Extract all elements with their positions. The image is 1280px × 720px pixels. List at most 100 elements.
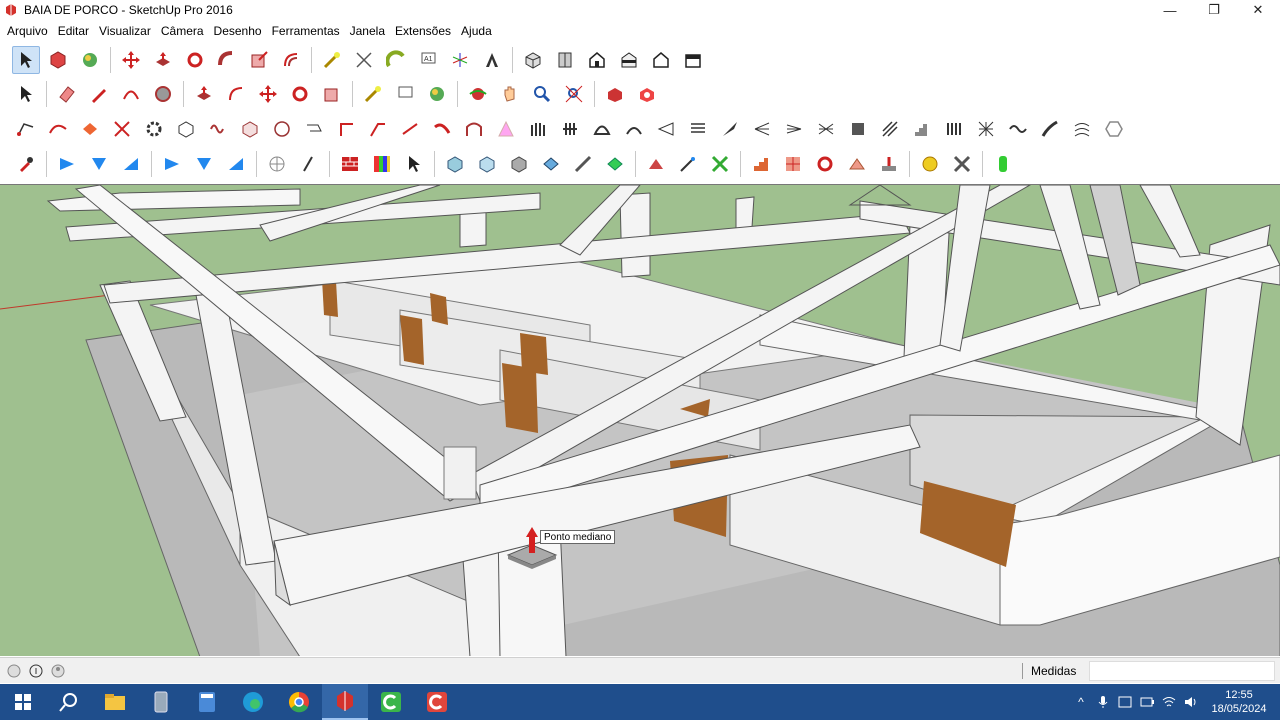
section-1-button[interactable] [53,150,81,178]
ext-tool-19-button[interactable] [588,115,616,143]
ext-tool-18-button[interactable] [556,115,584,143]
shape-tool-button[interactable] [149,80,177,108]
menu-visualizar[interactable]: Visualizar [94,24,156,38]
ext-tool-11-button[interactable] [332,115,360,143]
iso-view-button[interactable] [519,46,547,74]
rotate-button-2[interactable] [286,80,314,108]
camtasia-button[interactable] [414,684,460,720]
close-button[interactable]: ✕ [1236,0,1280,20]
ext-tool-3-button[interactable] [76,115,104,143]
follow-me-button[interactable] [213,46,241,74]
tape-measure-button-2[interactable] [359,80,387,108]
ext-tool-28-button[interactable] [876,115,904,143]
ext-tool-4-button[interactable] [108,115,136,143]
paint-bucket-button-2[interactable] [423,80,451,108]
front-view-button[interactable] [583,46,611,74]
file-explorer-button[interactable] [92,684,138,720]
menu-desenho[interactable]: Desenho [209,24,267,38]
ext-tool-7-button[interactable] [204,115,232,143]
ext-tool-35-button[interactable] [1100,115,1128,143]
camtasia-tray-icon[interactable] [1114,684,1136,720]
style-3-button[interactable] [505,150,533,178]
back-view-button[interactable] [647,46,675,74]
section-5-button[interactable] [190,150,218,178]
push-pull-button-2[interactable] [190,80,218,108]
tools-button[interactable] [948,150,976,178]
ext-tool-22-button[interactable] [684,115,712,143]
protractor-button[interactable] [382,46,410,74]
text-button[interactable]: A1 [414,46,442,74]
select-plus-button[interactable] [400,150,428,178]
top-view-button[interactable] [551,46,579,74]
zoom-extents-button[interactable] [560,80,588,108]
ext-tool-23-button[interactable] [716,115,744,143]
ext-tool-1-button[interactable] [12,115,40,143]
ext-tool-5-button[interactable] [140,115,168,143]
ext-tool-25-button[interactable] [780,115,808,143]
ext-tool-12-button[interactable] [364,115,392,143]
taskbar-clock[interactable]: 12:55 18/05/2024 [1206,688,1272,716]
move-button-2[interactable] [254,80,282,108]
geo-location-button[interactable] [916,150,944,178]
move-button[interactable] [117,46,145,74]
ext-tool-17-button[interactable] [524,115,552,143]
sketchup-taskbar-button[interactable] [322,684,368,720]
ext-tool-27-button[interactable] [844,115,872,143]
geo-status-icon[interactable] [6,663,22,679]
ext-tool-31-button[interactable] [972,115,1000,143]
section-2-button[interactable] [85,150,113,178]
ext-e-button[interactable] [779,150,807,178]
text-button-2[interactable] [391,80,419,108]
menu-ajuda[interactable]: Ajuda [456,24,497,38]
figure-button[interactable] [989,150,1017,178]
battery-icon[interactable] [1136,684,1158,720]
right-view-button[interactable] [615,46,643,74]
select-tool-button-2[interactable] [12,80,40,108]
wifi-icon[interactable] [1158,684,1180,720]
measurements-input[interactable] [1089,661,1275,681]
axes-button[interactable] [446,46,474,74]
menu-janela[interactable]: Janela [345,24,390,38]
brick-tool-button[interactable] [336,150,364,178]
credits-info-icon[interactable] [28,663,44,679]
ext-tool-33-button[interactable] [1036,115,1064,143]
ext-c-button[interactable] [706,150,734,178]
camtasia-recorder-button[interactable] [368,684,414,720]
zoom-button[interactable] [528,80,556,108]
warehouse-button[interactable] [601,80,629,108]
menu-arquivo[interactable]: Arquivo [2,24,53,38]
ext-tool-20-button[interactable] [620,115,648,143]
ext-tool-34-button[interactable] [1068,115,1096,143]
arc-tool-button[interactable] [117,80,145,108]
style-5-button[interactable] [569,150,597,178]
ext-tool-30-button[interactable] [940,115,968,143]
user-account-icon[interactable] [50,663,66,679]
make-component-button[interactable] [44,46,72,74]
extension-warehouse-button[interactable] [633,80,661,108]
menu-editar[interactable]: Editar [53,24,94,38]
ext-tool-21-button[interactable] [652,115,680,143]
dimension-button[interactable] [350,46,378,74]
left-view-button[interactable] [679,46,707,74]
scale-button-2[interactable] [318,80,346,108]
ext-g-button[interactable] [843,150,871,178]
microphone-icon[interactable] [1092,684,1114,720]
paint-bucket-button[interactable] [76,46,104,74]
tape-measure-button[interactable] [318,46,346,74]
ext-tool-16-button[interactable] [492,115,520,143]
ext-b-button[interactable] [674,150,702,178]
ext-tool-6-button[interactable] [172,115,200,143]
style-6-button[interactable] [601,150,629,178]
ext-tool-8-button[interactable] [236,115,264,143]
model-viewport[interactable]: Ponto mediano [0,184,1280,656]
ext-tool-2-button[interactable] [44,115,72,143]
select-tool-button[interactable] [12,46,40,74]
calculator-button[interactable] [184,684,230,720]
ext-tool-10-button[interactable] [300,115,328,143]
section-3-button[interactable] [117,150,145,178]
style-4-button[interactable] [537,150,565,178]
ext-tool-24-button[interactable] [748,115,776,143]
rotate-button[interactable] [181,46,209,74]
ext-tool-13-button[interactable] [396,115,424,143]
menu-ferramentas[interactable]: Ferramentas [267,24,345,38]
